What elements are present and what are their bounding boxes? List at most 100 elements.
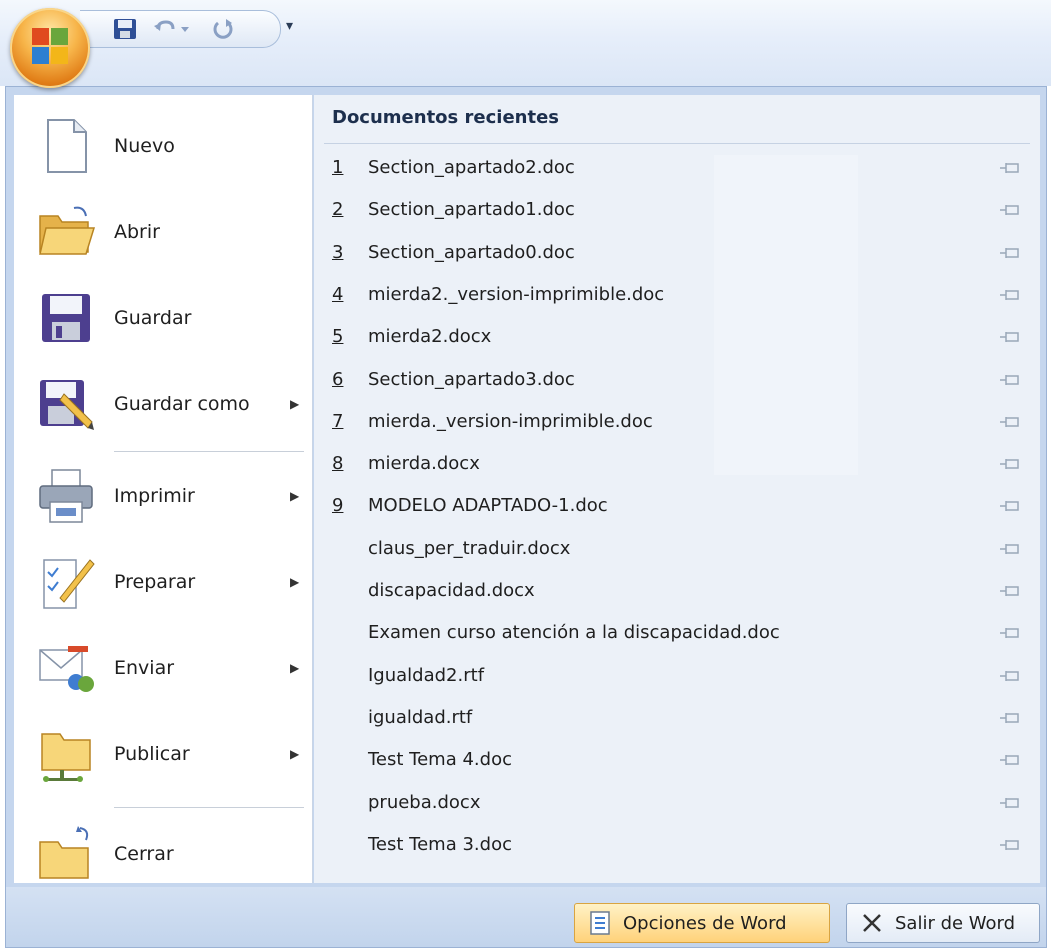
submenu-arrow-icon: ▶ [290,747,300,761]
redo-icon[interactable] [210,17,236,41]
pin-icon[interactable] [998,159,1022,177]
recent-document-item[interactable]: 1 Section_apartado2.doc [332,149,1022,189]
recent-document-item[interactable]: 9 MODELO ADAPTADO-1.doc [332,487,1022,527]
recent-document-item[interactable]: discapacidad.docx [332,572,1022,612]
recent-document-name: prueba.docx [368,791,481,813]
menu-item-label: Cerrar [114,843,174,865]
recent-document-number: 1 [332,157,344,178]
menu-item-nuevo[interactable]: Nuevo [14,103,312,189]
menu-footer: Opciones de Word Salir de Word [6,887,1046,947]
recent-document-item[interactable]: 8 mierda.docx [332,445,1022,485]
quick-access-toolbar [80,10,281,48]
recent-document-item[interactable]: claus_per_traduir.docx [332,530,1022,570]
recent-document-item[interactable]: Test Tema 4.doc [332,741,1022,781]
recent-document-number: 8 [332,453,344,475]
office-button[interactable] [10,8,90,88]
recent-document-name: Test Tema 3.doc [368,833,512,855]
recent-document-item[interactable]: 4 mierda2._version-imprimible.doc [332,276,1022,316]
exit-word-label: Salir de Word [895,912,1016,934]
pin-icon[interactable] [998,667,1022,685]
pin-icon[interactable] [998,371,1022,389]
recent-document-item[interactable]: 5 mierda2.docx [332,318,1022,358]
recent-document-item[interactable]: 7 mierda._version-imprimible.doc [332,403,1022,443]
pin-icon[interactable] [998,624,1022,642]
pin-icon[interactable] [998,836,1022,854]
recent-document-item[interactable]: 3 Section_apartado0.doc [332,234,1022,274]
recent-document-name: discapacidad.docx [368,580,535,601]
submenu-arrow-icon: ▶ [290,489,300,503]
publish-icon [41,733,91,782]
menu-item-publicar[interactable]: Publicar ▶ [14,711,312,797]
menu-item-guardar-como[interactable]: Guardar como ▶ [14,361,312,447]
options-icon [590,911,610,935]
commands-pane: Nuevo Abrir Guardar Guardar como ▶ Impri… [14,95,313,883]
pin-icon[interactable] [998,201,1022,219]
menu-item-guardar[interactable]: Guardar [14,275,312,361]
separator [324,143,1030,144]
menu-item-abrir[interactable]: Abrir [14,189,312,275]
recent-document-item[interactable]: Igualdad2.rtf [332,657,1022,697]
office-logo-icon [32,28,68,64]
recent-document-number: 4 [332,283,344,305]
pin-icon[interactable] [998,413,1022,431]
recent-document-name: MODELO ADAPTADO-1.doc [368,495,608,517]
office-menu: Nuevo Abrir Guardar Guardar como ▶ Impri… [5,86,1047,948]
recent-document-item[interactable]: 2 Section_apartado1.doc [332,191,1022,231]
exit-word-button[interactable]: Salir de Word [846,903,1040,943]
pin-icon[interactable] [998,286,1022,304]
recent-document-number: 2 [332,199,344,221]
recent-document-number: 7 [332,410,344,432]
recent-document-name: Section_apartado1.doc [368,199,575,221]
recent-document-name: mierda._version-imprimible.doc [368,410,653,432]
recent-document-item[interactable]: Examen curso atención a la discapacidad.… [332,614,1022,654]
recent-document-name: Section_apartado0.doc [368,241,575,263]
submenu-arrow-icon: ▶ [290,661,300,675]
recent-document-item[interactable]: prueba.docx [332,784,1022,824]
menu-item-imprimir[interactable]: Imprimir ▶ [14,453,312,539]
recent-document-number: 5 [332,326,344,348]
menu-item-enviar[interactable]: Enviar ▶ [14,625,312,711]
pin-icon[interactable] [998,582,1022,600]
menu-item-label: Preparar [114,571,196,593]
recent-document-number: 9 [332,495,344,517]
pin-icon[interactable] [998,751,1022,769]
recent-document-name: claus_per_traduir.docx [368,537,571,559]
menu-item-label: Imprimir [114,485,195,507]
menu-item-preparar[interactable]: Preparar ▶ [14,539,312,625]
word-options-label: Opciones de Word [623,912,787,934]
quick-access-toolbar-area: ▾ [0,0,1051,86]
new-document-icon [47,119,87,173]
pin-icon[interactable] [998,328,1022,346]
pin-icon[interactable] [998,455,1022,473]
menu-item-label: Publicar [114,743,190,765]
pin-icon[interactable] [998,794,1022,812]
open-folder-icon [39,206,96,255]
recent-document-item[interactable]: 6 Section_apartado3.doc [332,361,1022,401]
pin-icon[interactable] [998,709,1022,727]
recent-document-name: Examen curso atención a la discapacidad.… [368,622,780,644]
undo-icon[interactable] [152,17,178,41]
close-icon [863,914,881,932]
prepare-icon [43,559,95,609]
menu-item-label: Guardar como [114,393,250,415]
undo-dropdown-icon[interactable] [178,17,192,41]
recent-document-name: Igualdad2.rtf [368,664,485,686]
recent-document-name: mierda2.docx [368,326,492,348]
customize-toolbar-dropdown[interactable]: ▾ [286,18,293,34]
pin-icon[interactable] [998,540,1022,558]
pin-icon[interactable] [998,497,1022,515]
save-icon[interactable] [112,17,138,41]
menu-item-label: Enviar [114,657,175,679]
menu-item-label: Guardar [114,307,192,329]
menu-item-cerrar[interactable]: Cerrar [14,811,312,897]
save-as-icon [40,380,94,430]
recent-document-item[interactable]: Test Tema 3.doc [332,826,1022,866]
recent-document-name: Section_apartado2.doc [368,157,575,178]
recent-document-name: igualdad.rtf [368,706,473,728]
recent-document-name: Section_apartado3.doc [368,368,575,390]
save-disk-icon [42,294,90,342]
recent-document-item[interactable]: igualdad.rtf [332,699,1022,739]
pin-icon[interactable] [998,244,1022,262]
submenu-arrow-icon: ▶ [290,397,300,411]
word-options-button[interactable]: Opciones de Word [574,903,830,943]
